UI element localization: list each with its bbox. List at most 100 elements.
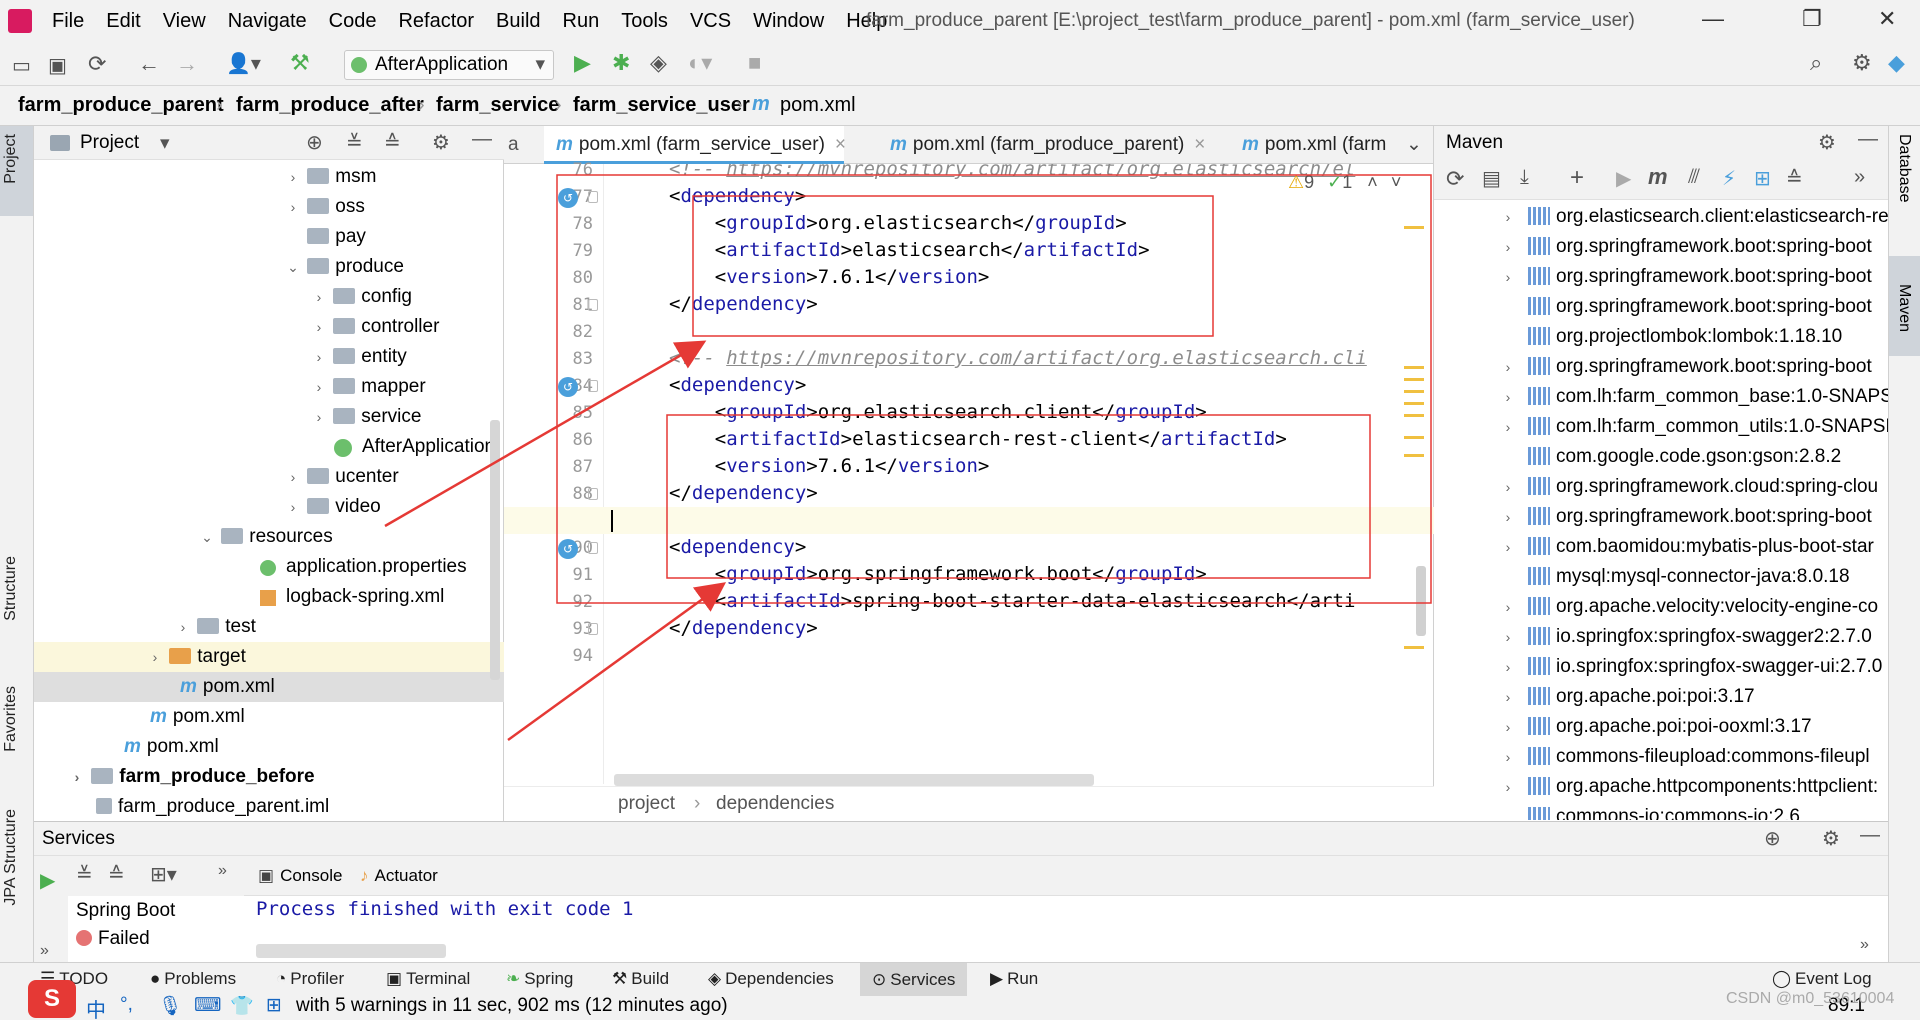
tool-structure-label[interactable]: Structure — [2, 556, 20, 621]
run-icon[interactable]: ▶ — [40, 868, 55, 893]
tree-item-logback-xml[interactable]: logback-spring.xml — [260, 582, 444, 612]
maven-dependency-item[interactable]: › org.springframework.boot:spring-boot — [1434, 502, 1888, 532]
tree-item-iml[interactable]: farm_produce_parent.iml — [96, 792, 329, 820]
collapse-all-icon[interactable]: ≙ — [1786, 166, 1803, 191]
execute-goal-icon[interactable]: m — [1648, 164, 1668, 190]
chevron-right-icon[interactable]: › — [310, 402, 328, 432]
settings-gear-icon[interactable]: ⚙ — [432, 130, 450, 155]
tree-item-spring-boot[interactable]: Spring Boot — [76, 900, 175, 922]
chevron-right-icon[interactable]: › — [1498, 472, 1518, 502]
maven-dependency-item[interactable]: org.projectlombok:lombok:1.18.10 — [1434, 322, 1888, 352]
chevron-down-icon[interactable]: ˅ — [1391, 172, 1402, 192]
back-icon[interactable]: ← — [138, 51, 160, 77]
expand-all-icon[interactable]: ≚ — [76, 862, 93, 887]
chevron-right-icon[interactable]: › — [310, 282, 328, 312]
breadcrumb-item-file[interactable]: pom.xml — [780, 94, 856, 117]
download-icon[interactable]: ⤓ — [1520, 166, 1529, 189]
tool-run[interactable]: ▶ Run — [990, 969, 1038, 989]
settings-gear-icon[interactable]: ⚙ — [1822, 826, 1840, 851]
console-output[interactable]: Process finished with exit code 1 » — [244, 896, 1884, 966]
stop-icon[interactable]: ■ — [748, 50, 761, 76]
editor-hscrollbar[interactable] — [614, 774, 1094, 786]
tree-item-video[interactable]: › video — [284, 492, 381, 522]
build-hammer-icon[interactable]: ⚒ — [290, 50, 310, 76]
chevron-right-icon[interactable]: › — [1498, 652, 1518, 682]
menu-build[interactable]: Build — [496, 10, 540, 32]
toggle-offline-icon[interactable]: ⫻ — [1688, 166, 1700, 189]
chevron-right-icon[interactable]: › — [1498, 232, 1518, 262]
tree-item-pom[interactable]: m pom.xml — [124, 732, 219, 762]
collapse-all-icon[interactable]: ≙ — [384, 130, 401, 155]
reload-icon[interactable]: ⟳ — [1446, 166, 1464, 192]
menu-vcs[interactable]: VCS — [690, 10, 731, 32]
tab-pom-parent[interactable]: m pom.xml (farm_produce_parent) × — [884, 126, 1205, 164]
debug-icon[interactable]: ✱ — [612, 50, 630, 76]
maven-dependency-item[interactable]: › org.apache.poi:poi-ooxml:3.17 — [1434, 712, 1888, 742]
chevron-right-icon[interactable]: › — [310, 342, 328, 372]
generate-sources-icon[interactable]: ▤ — [1482, 166, 1501, 191]
editor-breadcrumb-dependencies[interactable]: dependencies — [716, 793, 834, 815]
chevron-right-icon[interactable]: › — [174, 612, 192, 642]
search-icon[interactable]: ⌕ — [1810, 50, 1822, 76]
code-area[interactable]: <!-- https://mvnrepository.com/artifact/… — [504, 164, 1434, 784]
menu-window[interactable]: Window — [753, 10, 824, 32]
tool-spring[interactable]: ❧ Spring — [506, 969, 573, 989]
settings-gear-icon[interactable]: ⚙ — [1818, 130, 1836, 155]
project-panel-title[interactable]: Project — [80, 132, 139, 154]
chevron-right-icon[interactable]: › — [1498, 682, 1518, 712]
collapse-all-icon[interactable]: ≙ — [108, 862, 125, 887]
tree-item-application-properties[interactable]: application.properties — [260, 552, 467, 582]
maven-dependency-item[interactable]: mysql:mysql-connector-java:8.0.18 — [1434, 562, 1888, 592]
tree-item-failed[interactable]: Failed — [76, 928, 150, 950]
breadcrumb-item-project[interactable]: farm_produce_parent — [18, 94, 224, 117]
menu-view[interactable]: View — [163, 10, 206, 32]
open-folder-icon[interactable]: ▭ — [12, 53, 31, 78]
tree-item-pay[interactable]: pay — [284, 222, 366, 252]
chevron-right-icon[interactable]: › — [1498, 772, 1518, 802]
more-icon[interactable]: » — [1854, 166, 1865, 189]
tool-jpa-structure-label[interactable]: JPA Structure — [2, 809, 20, 906]
tree-item-msm[interactable]: › msm — [284, 162, 377, 192]
breadcrumb-item-service-user[interactable]: farm_service_user — [573, 94, 750, 117]
editor-scrollbar-thumb[interactable] — [1416, 566, 1426, 636]
globe-icon[interactable]: ⊕ — [1764, 826, 1781, 851]
chevron-right-icon[interactable]: › — [1498, 382, 1518, 412]
maven-dependency-item[interactable]: › org.apache.poi:poi:3.17 — [1434, 682, 1888, 712]
run-icon[interactable]: ▶ — [574, 50, 591, 76]
menu-code[interactable]: Code — [329, 10, 377, 32]
chevron-down-icon[interactable]: ⌄ — [284, 252, 302, 282]
maven-dependency-item[interactable]: commons-io:commons-io:2.6 — [1434, 802, 1888, 820]
tool-database-label[interactable]: Database — [1895, 134, 1913, 203]
tool-terminal[interactable]: ▣ Terminal — [386, 969, 470, 989]
breadcrumb-item-service[interactable]: farm_service — [436, 94, 559, 117]
inspection-widget[interactable]: ⚠9 ✓1 ˄ ˅ — [1288, 172, 1401, 193]
settings-gear-icon[interactable]: ⚙ — [1852, 50, 1872, 76]
microphone-icon[interactable]: 🎙 — [158, 994, 182, 1018]
tree-item-entity[interactable]: › entity — [310, 342, 407, 372]
tab-pom-more[interactable]: m pom.xml (farm — [1236, 126, 1386, 164]
maven-dependency-item[interactable]: › commons-fileupload:commons-fileupl — [1434, 742, 1888, 772]
tool-favorites-label[interactable]: Favorites — [2, 686, 20, 752]
toolbox-icon[interactable]: ◆ — [1888, 50, 1905, 76]
menu-file[interactable]: File — [52, 10, 84, 32]
vcs-user-icon[interactable]: 👤▾ — [226, 51, 261, 76]
maven-dependency-item[interactable]: › io.springfox:springfox-swagger-ui:2.7.0 — [1434, 652, 1888, 682]
chevron-right-icon[interactable]: › — [1498, 202, 1518, 232]
tree-item-mapper[interactable]: › mapper — [310, 372, 426, 402]
menu-navigate[interactable]: Navigate — [228, 10, 307, 32]
tool-event-log[interactable]: ◯ Event Log — [1772, 969, 1872, 989]
maven-dependency-item[interactable]: › com.baomidou:mybatis-plus-boot-star — [1434, 532, 1888, 562]
show-dependencies-icon[interactable]: ⊞ — [1754, 166, 1771, 191]
maven-dependency-item[interactable]: › org.apache.httpcomponents:httpclient: — [1434, 772, 1888, 802]
tab-console[interactable]: ▣ Console — [258, 866, 342, 886]
chevron-right-icon[interactable]: › — [1498, 742, 1518, 772]
run-icon[interactable]: ▶ — [1616, 166, 1631, 191]
chevron-right-icon[interactable]: › — [1498, 412, 1518, 442]
coverage-icon[interactable]: ◈ — [650, 50, 667, 76]
editor-breadcrumb-project[interactable]: project — [618, 793, 675, 815]
toolbox-icon[interactable]: ⊞ — [266, 994, 282, 1017]
maven-dependency-item[interactable]: › io.springfox:springfox-swagger2:2.7.0 — [1434, 622, 1888, 652]
menu-run[interactable]: Run — [563, 10, 600, 32]
tree-item-service[interactable]: › service — [310, 402, 422, 432]
profiler-icon[interactable]: ◐▾ — [688, 50, 712, 76]
